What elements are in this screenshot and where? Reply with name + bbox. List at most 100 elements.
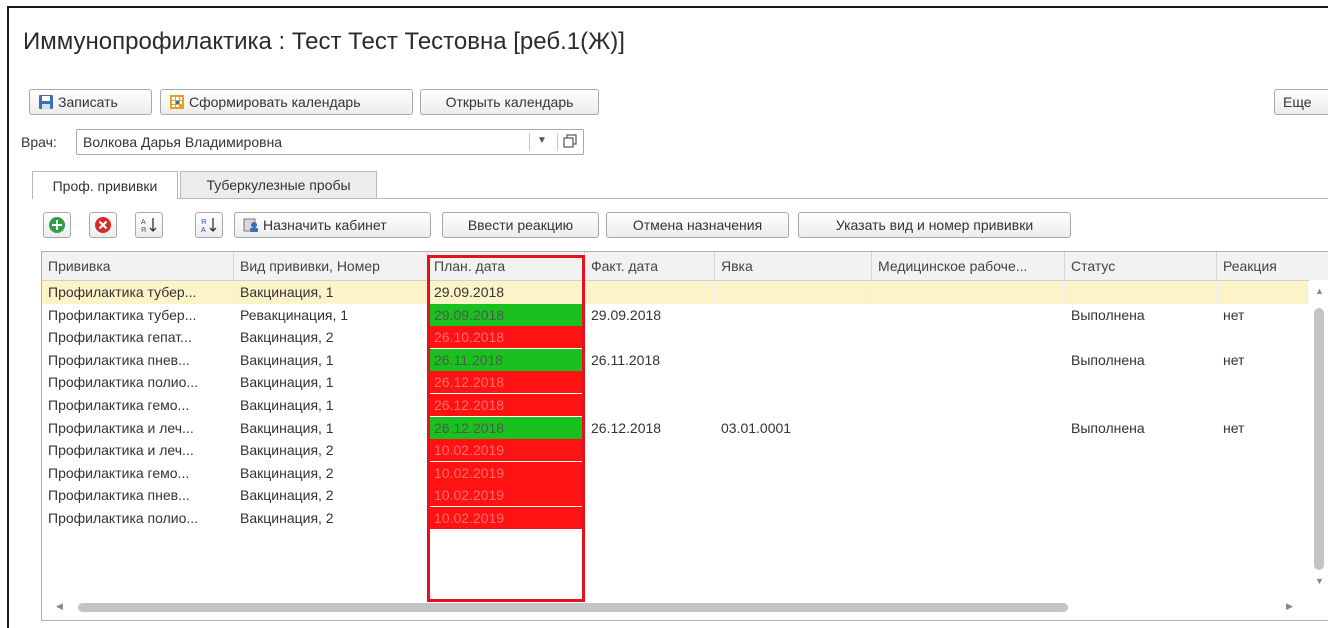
cell-kind: Вакцинация, 2: [240, 442, 334, 459]
cell-plan-date: 29.09.2018: [434, 284, 505, 300]
cell-visit: [715, 439, 872, 462]
table-row[interactable]: Профилактика пнев... Вакцинация, 1 26.11.2…: [42, 348, 1308, 372]
cell-fact-date: 26.11.2018: [591, 351, 661, 368]
cell-visit: [715, 462, 872, 485]
cell-fact-date: [585, 371, 715, 394]
sort-ascending-icon: АЯ: [141, 218, 157, 234]
cell-reaction: [1217, 462, 1308, 485]
cell-plan-date: 26.12.2018: [428, 394, 585, 417]
more-button[interactable]: Еще: [1274, 89, 1328, 115]
cancel-assignment-button[interactable]: Отмена назначения: [606, 212, 789, 238]
cell-vaccine: Профилактика гемо...: [48, 397, 190, 413]
cell-visit: 03.01.0001: [721, 419, 792, 436]
table-row[interactable]: Профилактика полио... Вакцинация, 2 10.02.…: [42, 507, 1308, 530]
assign-cabinet-button[interactable]: Назначить кабинет: [234, 212, 431, 238]
cell-vaccine: Профилактика пнев...: [48, 351, 190, 368]
more-label: Еще: [1283, 94, 1312, 110]
cell-fact-date: [585, 394, 715, 417]
cell-workplace: [872, 484, 1065, 507]
cell-fact-date: 29.09.2018: [591, 306, 662, 323]
cell-kind: Вакцинация, 2: [240, 329, 334, 346]
svg-text:Я: Я: [141, 227, 146, 234]
table-row[interactable]: Профилактика гемо... Вакцинация, 1 26.12.2…: [42, 394, 1308, 417]
column-header-status[interactable]: Статус: [1065, 252, 1217, 280]
cabinet-icon: [243, 217, 259, 233]
specify-type-button[interactable]: Указать вид и номер прививки: [798, 212, 1071, 238]
doctor-field[interactable]: Волкова Дарья Владимировна ▼: [76, 129, 584, 155]
column-header-kind[interactable]: Вид прививки, Номер: [234, 252, 428, 280]
scroll-up-icon[interactable]: ▲: [1315, 286, 1324, 296]
cell-visit: [715, 304, 872, 327]
save-button[interactable]: Записать: [29, 89, 152, 115]
cell-kind: Вакцинация, 2: [240, 464, 334, 481]
tab-tuberculin-tests[interactable]: Туберкулезные пробы: [180, 171, 377, 199]
scroll-right-icon[interactable]: ▶: [1286, 601, 1293, 612]
save-label: Записать: [58, 94, 118, 110]
cell-workplace: [872, 371, 1065, 394]
cell-plan-date: 26.12.2018: [428, 371, 585, 395]
cell-status: [1065, 371, 1217, 394]
open-calendar-label: Открыть календарь: [445, 94, 574, 110]
cell-status: [1065, 439, 1217, 462]
vaccination-table: Прививка Вид прививки, Номер План. дата …: [41, 251, 1328, 621]
scroll-down-icon[interactable]: ▼: [1315, 576, 1324, 586]
table-row[interactable]: Профилактика полио... Вакцинация, 1 26.12.…: [42, 371, 1308, 395]
enter-reaction-label: Ввести реакцию: [467, 217, 574, 233]
cell-reaction: нет: [1223, 351, 1245, 368]
cell-workplace: [872, 439, 1065, 462]
table-row[interactable]: Профилактика гепат... Вакцинация, 2 26.10.…: [42, 326, 1308, 350]
open-form-icon[interactable]: [563, 134, 577, 151]
cell-fact-date: [585, 439, 715, 462]
table-row[interactable]: Профилактика и леч... Вакцинация, 2 10.02.…: [42, 439, 1308, 463]
column-header-reaction[interactable]: Реакция: [1217, 252, 1309, 280]
cell-plan-date: 26.10.2018: [428, 326, 585, 350]
cell-visit: [715, 484, 872, 507]
column-header-visit[interactable]: Явка: [715, 252, 872, 280]
cell-plan-date: 26.12.2018: [428, 416, 585, 440]
delete-button[interactable]: [89, 212, 117, 238]
table-row[interactable]: Профилактика гемо... Вакцинация, 2 10.02.2…: [42, 461, 1308, 485]
cell-workplace: [872, 281, 1065, 304]
cell-workplace: [872, 507, 1065, 530]
cell-status: [1065, 326, 1217, 349]
table-row[interactable]: Профилактика тубер... Ревакцинация, 1 29.0…: [42, 303, 1308, 327]
cell-plan-date: 26.11.2018: [428, 348, 585, 372]
cell-plan-date: 10.02.2019: [428, 439, 585, 463]
tab-prof-vaccinations[interactable]: Проф. прививки: [32, 171, 178, 199]
svg-text:А: А: [201, 227, 206, 234]
table-header: Прививка Вид прививки, Номер План. дата …: [42, 252, 1328, 281]
vertical-scrollbar[interactable]: ▲ ▼: [1309, 280, 1328, 592]
table-row[interactable]: Профилактика пнев... Вакцинация, 2 10.02.2…: [42, 484, 1308, 508]
add-button[interactable]: [43, 212, 71, 238]
column-header-plan-date[interactable]: План. дата: [428, 252, 585, 280]
cell-reaction: [1217, 439, 1308, 462]
cell-kind: Вакцинация, 2: [240, 487, 334, 504]
sort-descending-button[interactable]: ЯА: [195, 212, 223, 238]
cell-status: [1065, 507, 1217, 530]
column-header-workplace[interactable]: Медицинское рабоче...: [872, 252, 1065, 280]
cell-status: Выполнена: [1071, 306, 1145, 323]
cell-kind: Вакцинация, 1: [240, 419, 334, 436]
cell-status: [1065, 394, 1217, 417]
cell-status: [1065, 281, 1217, 304]
open-calendar-button[interactable]: Открыть календарь: [420, 89, 599, 115]
cell-reaction: нет: [1223, 306, 1245, 323]
horizontal-scrollbar[interactable]: ◀ ▶: [42, 592, 1328, 620]
sort-ascending-button[interactable]: АЯ: [135, 212, 163, 238]
table-row[interactable]: Профилактика и леч... Вакцинация, 1 26.12.…: [42, 416, 1308, 440]
cell-vaccine: Профилактика тубер...: [42, 281, 234, 304]
assign-cabinet-label: Назначить кабинет: [263, 217, 387, 233]
chevron-down-icon[interactable]: ▼: [537, 135, 547, 146]
horizontal-scroll-thumb[interactable]: [78, 603, 1068, 612]
cell-vaccine: Профилактика полио...: [48, 510, 199, 526]
column-header-vaccine[interactable]: Прививка: [42, 252, 234, 280]
build-calendar-button[interactable]: Сформировать календарь: [160, 89, 413, 115]
table-row[interactable]: Профилактика тубер... Вакцинация, 1 29.09.…: [42, 281, 1308, 304]
scroll-left-icon[interactable]: ◀: [56, 601, 63, 612]
vertical-scroll-thumb[interactable]: [1314, 308, 1324, 570]
cell-visit: [715, 507, 872, 530]
cell-visit: [715, 281, 872, 304]
column-header-fact-date[interactable]: Факт. дата: [585, 252, 715, 280]
enter-reaction-button[interactable]: Ввести реакцию: [442, 212, 599, 238]
field-separator: [557, 133, 558, 151]
